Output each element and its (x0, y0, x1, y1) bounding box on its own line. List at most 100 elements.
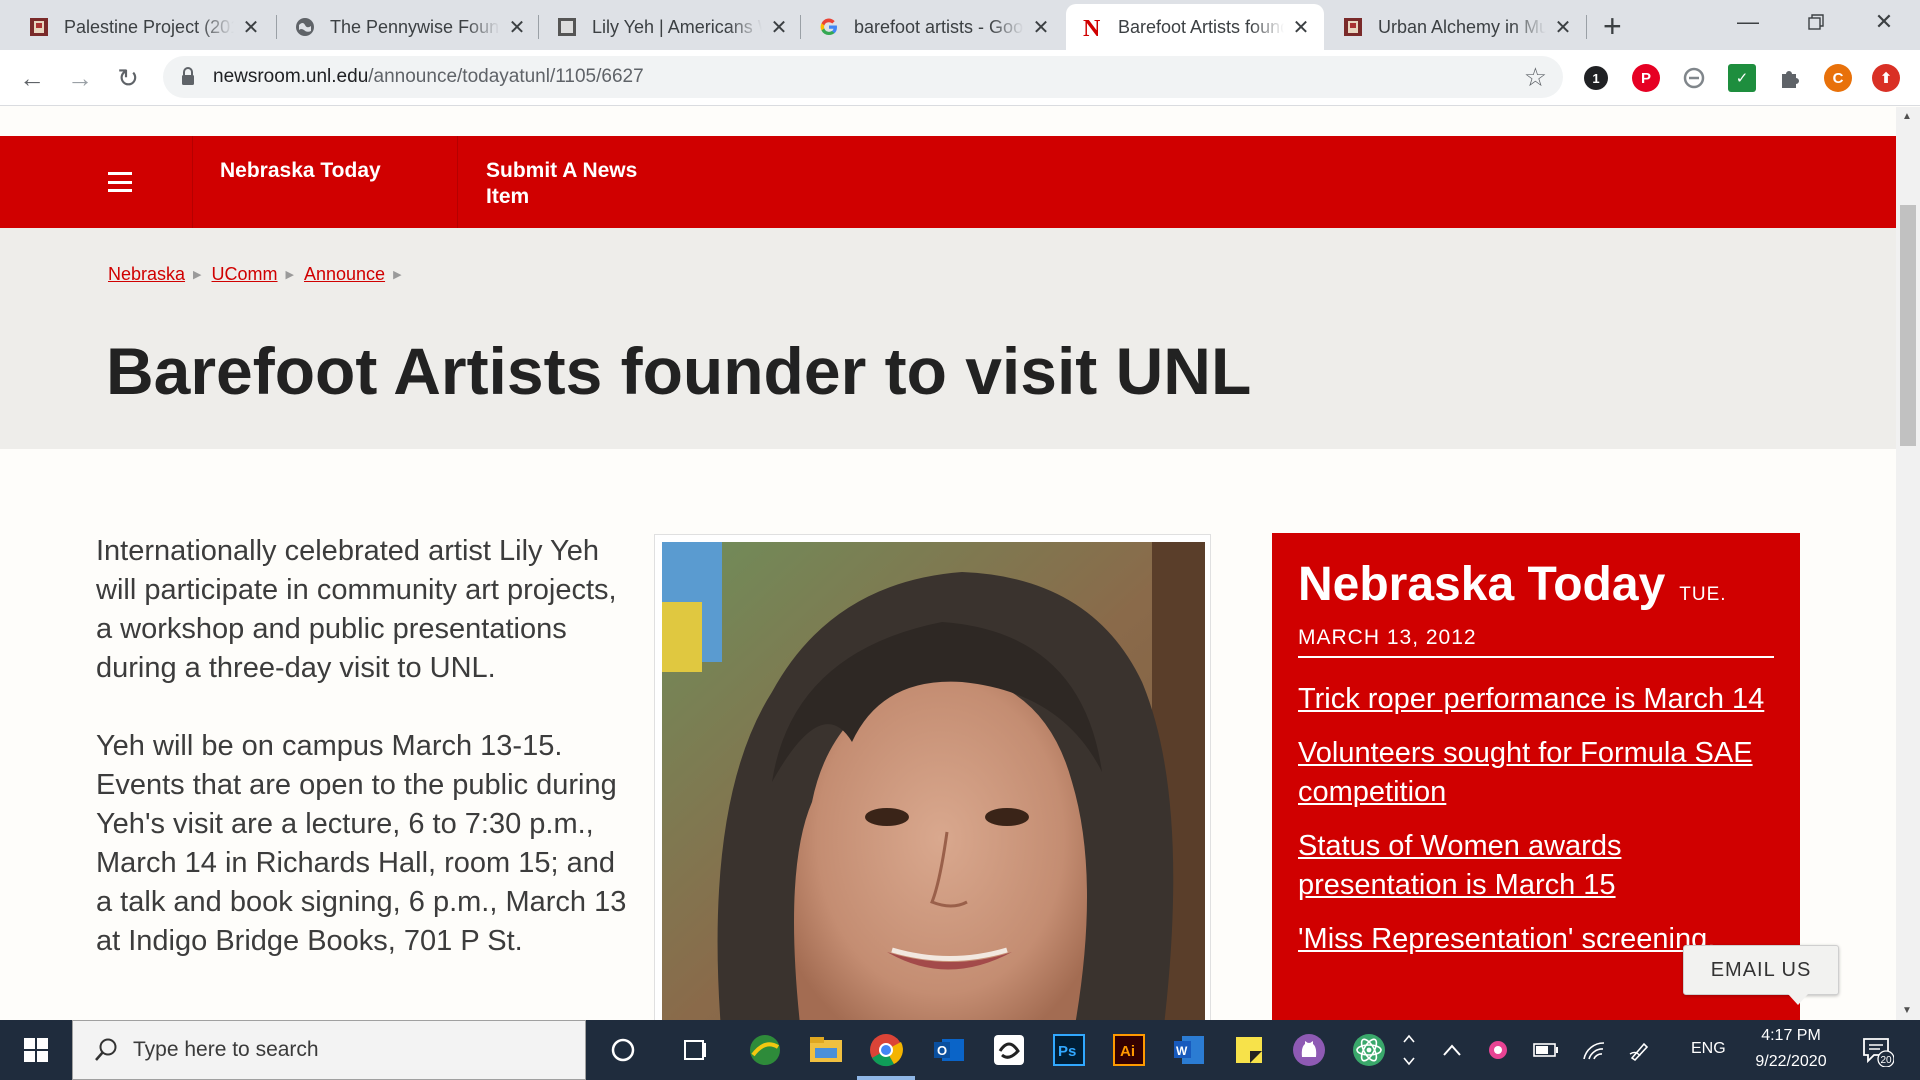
list-item: Status of Women awards presentation is M… (1298, 827, 1774, 905)
windows-start-icon[interactable] (0, 1020, 72, 1080)
lily-yeh-portrait (662, 542, 1205, 1020)
clock-date[interactable]: 9/22/2020 (1744, 1053, 1838, 1071)
tab-close-icon[interactable]: ✕ (1030, 15, 1052, 40)
task-view-icon[interactable] (673, 1028, 717, 1072)
nav-submit-news-item[interactable]: Submit A News Item (486, 158, 686, 210)
hamburger-menu-icon[interactable] (98, 162, 142, 202)
svg-text:W: W (1176, 1044, 1188, 1058)
tab-close-icon[interactable]: ✕ (1552, 15, 1574, 40)
svg-text:N: N (1083, 16, 1101, 38)
cortana-icon[interactable] (601, 1028, 645, 1072)
maps-app-icon[interactable] (743, 1028, 787, 1072)
page-title: Barefoot Artists founder to visit UNL (106, 334, 1252, 408)
article-body: Internationally celebrated artist Lily Y… (96, 532, 636, 1000)
show-hidden-icons-chevron-up-icon[interactable] (1432, 1028, 1472, 1072)
word-icon[interactable]: W (1167, 1028, 1211, 1072)
new-tab-button[interactable]: + (1603, 8, 1622, 45)
today-panel-title: Nebraska Today (1298, 558, 1666, 611)
address-bar[interactable]: newsroom.unl.edu/announce/todayatunl/110… (163, 56, 1563, 98)
frame-favicon-icon (556, 16, 578, 38)
color-app-tray-icon[interactable] (1478, 1028, 1518, 1072)
nav-divider (192, 136, 193, 228)
today-link[interactable]: Trick roper performance is March 14 (1298, 683, 1764, 715)
today-link[interactable]: Status of Women awards presentation is M… (1298, 830, 1621, 901)
tab-close-icon[interactable]: ✕ (768, 15, 790, 40)
list-item: Trick roper performance is March 14 (1298, 680, 1774, 719)
reload-icon[interactable]: ↻ (108, 58, 148, 98)
web-page: Nebraska Today Submit A News Item Nebras… (0, 107, 1896, 1020)
tab-lily-yeh-americans[interactable]: Lily Yeh | Americans Who Tell the Truth … (540, 4, 802, 50)
today-link[interactable]: 'Miss Representation' screening, (1298, 923, 1715, 955)
site-nav-bar: Nebraska Today Submit A News Item (0, 136, 1896, 228)
input-language[interactable]: ENG (1691, 1040, 1726, 1058)
chevron-right-icon: ▶ (285, 269, 294, 281)
svg-text:Ps: Ps (1058, 1043, 1076, 1060)
tab-barefoot-unl-active[interactable]: N Barefoot Artists founder to visit UNL … (1066, 4, 1324, 50)
tab-close-icon[interactable]: ✕ (240, 15, 262, 40)
tab-close-icon[interactable]: ✕ (1290, 15, 1312, 40)
breadcrumb-nebraska[interactable]: Nebraska (108, 264, 185, 285)
sticky-notes-icon[interactable] (1227, 1028, 1271, 1072)
inking-app-icon[interactable] (987, 1028, 1031, 1072)
search-placeholder: Type here to search (133, 1038, 319, 1061)
github-desktop-icon[interactable] (1287, 1028, 1331, 1072)
active-app-indicator (857, 1076, 915, 1080)
scroll-up-arrow-icon[interactable]: ▲ (1902, 111, 1912, 122)
notification-count: 20 (1881, 1055, 1893, 1066)
today-link[interactable]: Volunteers sought for Formula SAE compet… (1298, 737, 1753, 808)
illustrator-icon[interactable]: Ai (1107, 1028, 1151, 1072)
breadcrumb-ucomm[interactable]: UComm (212, 264, 278, 285)
sync-extension-icon[interactable] (1680, 64, 1708, 92)
forward-arrow-icon[interactable]: → (60, 58, 100, 98)
battery-icon[interactable] (1526, 1028, 1566, 1072)
pinterest-icon[interactable]: P (1632, 64, 1660, 92)
minimize-icon[interactable]: — (1718, 0, 1778, 44)
file-explorer-icon[interactable] (804, 1028, 848, 1072)
lock-icon (181, 66, 195, 86)
checkmark-extension-icon[interactable]: ✓ (1728, 64, 1756, 92)
svg-text:Ai: Ai (1120, 1043, 1135, 1060)
scrollbar-thumb[interactable] (1900, 205, 1916, 446)
tab-palestine-project[interactable]: Palestine Project (2013) – Barefoot Arti… (12, 4, 274, 50)
profile-avatar[interactable]: C (1824, 64, 1852, 92)
nav-nebraska-today[interactable]: Nebraska Today (220, 158, 381, 184)
url-text: newsroom.unl.edu/announce/todayatunl/110… (213, 66, 644, 87)
extensions-puzzle-icon[interactable] (1776, 64, 1804, 92)
chevron-right-icon: ▶ (193, 269, 202, 281)
tab-urban-alchemy[interactable]: Urban Alchemy in Mural Arts ✕ (1326, 4, 1586, 50)
wifi-icon[interactable] (1574, 1028, 1614, 1072)
browser-toolbar: ← → ↻ newsroom.unl.edu/announce/todayatu… (0, 50, 1920, 106)
pen-workspace-icon[interactable] (1620, 1028, 1660, 1072)
chrome-icon[interactable] (864, 1028, 908, 1072)
nebraska-n-favicon-icon: N (1082, 16, 1104, 38)
extension-badge-icon[interactable]: 1 (1584, 66, 1608, 90)
tab-google-search[interactable]: barefoot artists - Google Search ✕ (802, 4, 1064, 50)
outlook-icon[interactable]: O (927, 1028, 971, 1072)
page-scrollbar[interactable]: ▲ ▼ (1896, 107, 1920, 1020)
tab-pennywise[interactable]: The Pennywise Foundation ✕ (278, 4, 540, 50)
clock-time[interactable]: 4:17 PM (1752, 1027, 1830, 1045)
list-item: Volunteers sought for Formula SAE compet… (1298, 734, 1774, 812)
close-window-icon[interactable]: ✕ (1854, 0, 1914, 44)
back-arrow-icon[interactable]: ← (12, 58, 52, 98)
svg-text:O: O (937, 1043, 947, 1058)
taskbar-search-box[interactable]: Type here to search (72, 1020, 586, 1080)
page-header: Nebraska ▶ UComm ▶ Announce ▶ Barefoot A… (0, 228, 1896, 449)
windows-taskbar: Type here to search O Ps Ai W ENG 4:17 P… (0, 1020, 1920, 1080)
today-date: MARCH 13, 2012 (1298, 626, 1774, 658)
scroll-down-arrow-icon[interactable]: ▼ (1902, 1005, 1912, 1016)
email-us-button[interactable]: EMAIL US (1683, 945, 1839, 1005)
update-arrow-icon[interactable]: ⬆ (1872, 64, 1900, 92)
article-photo-frame (654, 534, 1211, 1020)
notification-center-icon[interactable]: 20 (1852, 1028, 1902, 1072)
globe-favicon-icon (294, 16, 316, 38)
photoshop-icon[interactable]: Ps (1047, 1028, 1091, 1072)
restore-icon[interactable] (1786, 0, 1846, 44)
atom-editor-icon[interactable] (1347, 1028, 1391, 1072)
article-paragraph: Internationally celebrated artist Lily Y… (96, 535, 617, 684)
taskbar-scroll-icon[interactable] (1396, 1028, 1422, 1072)
bookmark-star-icon[interactable]: ☆ (1524, 62, 1547, 93)
breadcrumb-announce[interactable]: Announce (304, 264, 385, 285)
tab-close-icon[interactable]: ✕ (506, 15, 528, 40)
tab-divider (276, 15, 277, 39)
